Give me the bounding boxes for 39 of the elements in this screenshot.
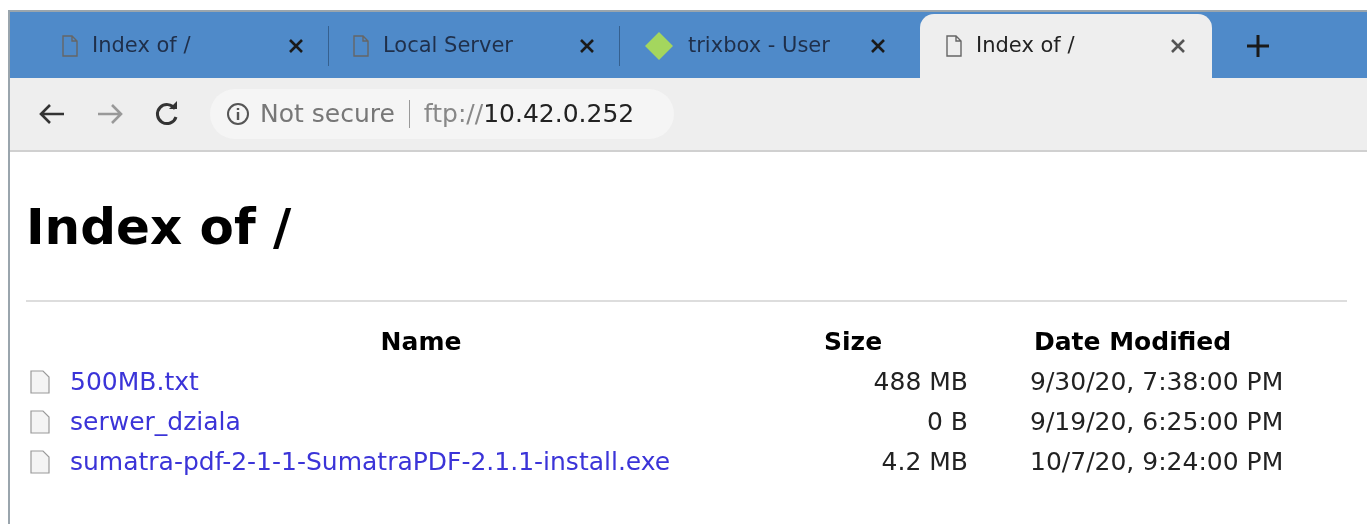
browser-tab[interactable]: Index of / xyxy=(920,14,1212,78)
page-icon xyxy=(62,35,78,57)
file-size: 0 B xyxy=(926,406,968,438)
browser-tab[interactable]: trixbox - User xyxy=(620,14,910,78)
file-link[interactable]: 500MB.txt xyxy=(70,362,199,402)
reload-icon[interactable] xyxy=(154,101,180,127)
browser-tab[interactable]: Local Server xyxy=(329,14,619,78)
page-icon xyxy=(946,35,962,57)
tab-title: Index of / xyxy=(976,32,1076,60)
file-icon xyxy=(30,450,50,474)
column-header: Date Modified xyxy=(1033,326,1233,358)
back-icon[interactable] xyxy=(38,102,66,126)
file-date: 10/7/20, 9:24:00 PM xyxy=(1029,446,1285,478)
tab-title: trixbox - User xyxy=(688,32,831,60)
file-link[interactable]: serwer_dziala xyxy=(70,402,241,442)
file-icon xyxy=(30,410,50,434)
file-date: 9/30/20, 7:38:00 PM xyxy=(1029,366,1285,398)
tab-title: Local Server xyxy=(383,32,514,60)
file-icon xyxy=(30,370,50,394)
file-link[interactable]: sumatra-pdf-2-1-1-SumatraPDF-2.1.1-install.exe xyxy=(70,442,671,482)
close-icon[interactable] xyxy=(288,38,304,54)
info-icon[interactable] xyxy=(226,102,250,126)
diamond-icon xyxy=(644,31,674,61)
column-header: Size xyxy=(823,326,884,358)
new-tab-icon[interactable] xyxy=(1246,34,1270,58)
security-label: Not secure xyxy=(260,98,395,131)
address-bar[interactable]: Not secure ftp://10.42.0.252 xyxy=(210,89,675,139)
column-header: Name xyxy=(379,326,463,358)
page-heading: Index of / xyxy=(26,202,293,252)
file-date: 9/19/20, 6:25:00 PM xyxy=(1029,406,1285,438)
close-icon[interactable] xyxy=(870,38,886,54)
close-icon[interactable] xyxy=(1170,38,1186,54)
file-size: 488 MB xyxy=(872,366,968,398)
url-text: ftp://10.42.0.252 xyxy=(423,98,635,131)
file-size: 4.2 MB xyxy=(880,446,968,478)
page-icon xyxy=(353,35,369,57)
browser-tab[interactable]: Index of / xyxy=(38,14,328,78)
tab-title: Index of / xyxy=(92,32,192,60)
close-icon[interactable] xyxy=(579,38,595,54)
